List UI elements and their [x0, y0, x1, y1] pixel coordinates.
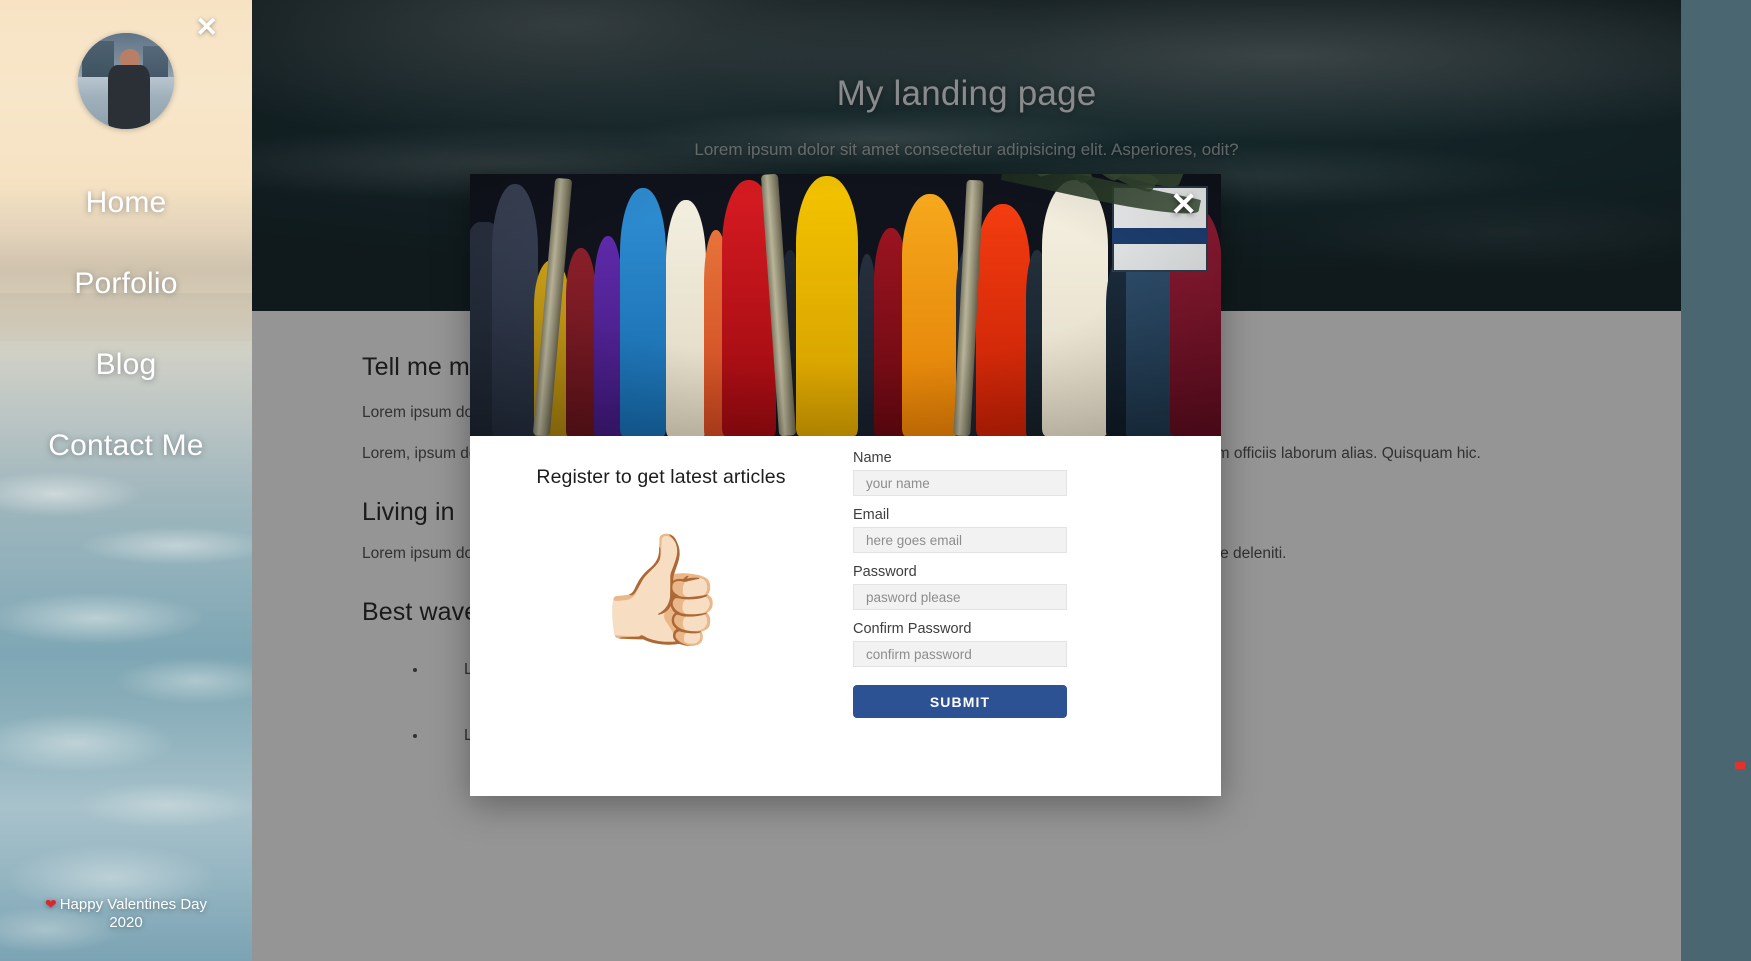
name-label: Name: [853, 450, 892, 466]
name-input[interactable]: [853, 470, 1067, 496]
close-icon[interactable]: ✕: [1170, 188, 1197, 220]
sidebar-menu: Home Porfolio Blog Contact Me: [0, 186, 252, 510]
submit-button[interactable]: SUBMIT: [853, 685, 1067, 718]
password-field-group: Password: [853, 564, 1067, 610]
email-input[interactable]: [853, 527, 1067, 553]
sidebar-nav: ✕ Home Porfolio Blog Contact Me ❤ Happy V…: [0, 0, 252, 961]
email-field-group: Email: [853, 507, 1067, 553]
modal-surfboards-image: [470, 174, 1221, 436]
modal-left-column: Register to get latest articles 👍🏻: [470, 466, 852, 643]
modal-hero-vignette: [470, 174, 1221, 436]
register-modal: ✕ Register to get latest articles 👍🏻 Nam…: [470, 174, 1221, 796]
confirm-password-input[interactable]: [853, 641, 1067, 667]
sidebar-surf-texture: [0, 442, 252, 961]
modal-heading: Register to get latest articles: [536, 466, 786, 488]
sidebar-footer: ❤ Happy Valentines Day 2020: [0, 896, 252, 934]
sidebar-item-contact-me[interactable]: Contact Me: [0, 429, 252, 463]
sidebar-item-home[interactable]: Home: [0, 186, 252, 220]
email-label: Email: [853, 507, 890, 523]
confirm-password-field-group: Confirm Password: [853, 621, 1067, 667]
avatar-body: [107, 64, 150, 129]
sidebar-item-blog[interactable]: Blog: [0, 348, 252, 382]
heart-icon: ❤: [44, 895, 57, 912]
password-input[interactable]: [853, 584, 1067, 610]
red-marker: [1735, 762, 1745, 769]
sidebar-footer-line2: 2020: [109, 914, 143, 932]
close-icon[interactable]: ✕: [195, 14, 218, 41]
modal-body: Register to get latest articles 👍🏻 Name …: [470, 436, 1221, 796]
name-field-group: Name: [853, 450, 1067, 496]
confirm-password-label: Confirm Password: [853, 621, 972, 637]
thumbs-up-icon: 👍🏻: [593, 528, 729, 649]
register-form: Name Email Password Confirm Password SUB…: [853, 450, 1067, 718]
sidebar-footer-line1: Happy Valentines Day: [59, 895, 208, 913]
screen: My landing page Lorem ipsum dolor sit am…: [0, 0, 1751, 961]
sidebar-item-porfolio[interactable]: Porfolio: [0, 267, 252, 301]
avatar: [78, 33, 174, 129]
password-label: Password: [853, 564, 917, 580]
